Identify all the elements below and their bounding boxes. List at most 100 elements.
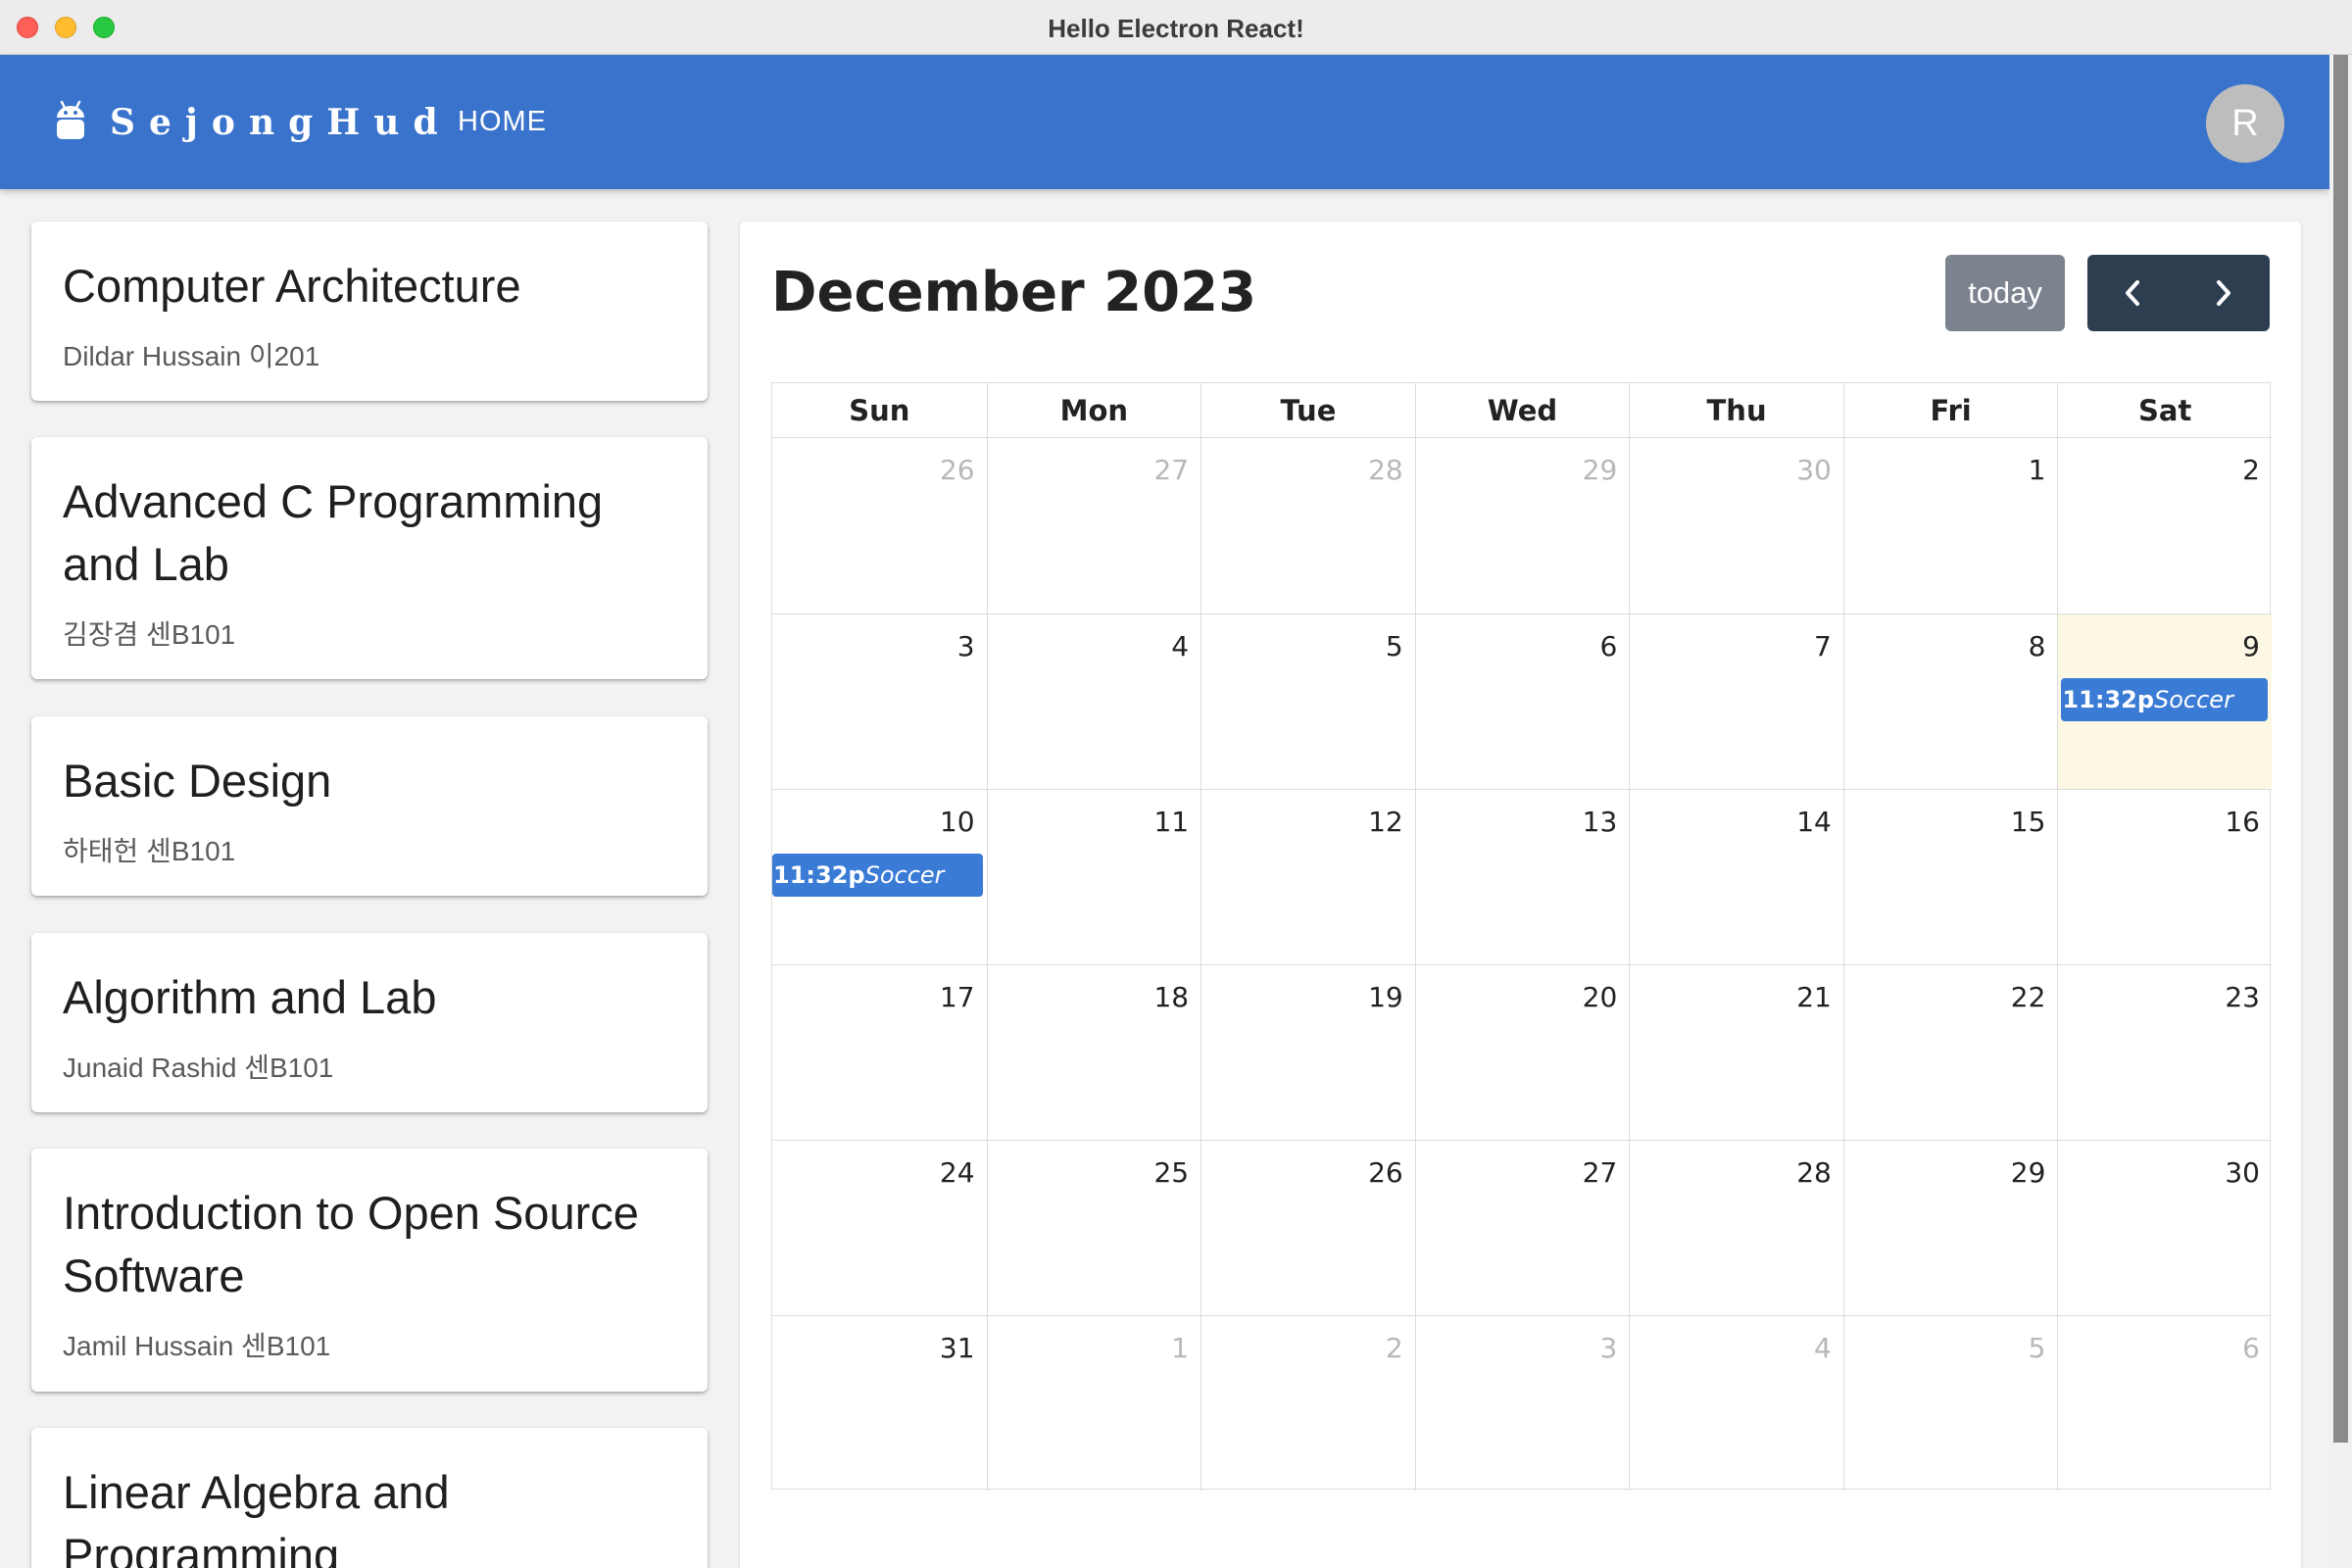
day-number[interactable]: 28	[1796, 1156, 1832, 1189]
calendar-event[interactable]: 11:32pSoccer	[772, 854, 983, 897]
day-number[interactable]: 2	[1386, 1332, 1403, 1364]
day-number[interactable]: 4	[1814, 1332, 1832, 1364]
day-number[interactable]: 31	[940, 1332, 975, 1364]
day-number[interactable]: 30	[1796, 454, 1832, 486]
day-number[interactable]: 20	[1583, 981, 1618, 1013]
day-number[interactable]: 26	[940, 454, 975, 486]
avatar[interactable]: R	[2206, 84, 2284, 163]
calendar-day-cell[interactable]: 5	[1842, 1315, 2058, 1491]
day-number[interactable]: 18	[1153, 981, 1189, 1013]
calendar-day-cell[interactable]: 5	[1200, 613, 1415, 789]
day-number[interactable]: 29	[2011, 1156, 2046, 1189]
calendar-day-cell[interactable]: 13	[1414, 789, 1630, 964]
prev-month-button[interactable]	[2087, 255, 2179, 331]
calendar-day-cell[interactable]: 20	[1414, 964, 1630, 1140]
day-number[interactable]: 2	[2242, 454, 2260, 486]
day-number[interactable]: 15	[2011, 806, 2046, 838]
nav-home-link[interactable]: HOME	[458, 106, 547, 138]
calendar-day-cell[interactable]: 6	[2057, 1315, 2272, 1491]
calendar-day-cell[interactable]: 28	[1629, 1140, 1843, 1315]
scrollbar-thumb[interactable]	[2333, 55, 2348, 1443]
calendar-day-cell[interactable]: 24	[772, 1140, 987, 1315]
course-card[interactable]: Introduction to Open Source Software Jam…	[31, 1149, 708, 1392]
day-number[interactable]: 1	[1171, 1332, 1189, 1364]
day-number[interactable]: 25	[1153, 1156, 1189, 1189]
calendar-day-cell[interactable]: 12	[1200, 789, 1415, 964]
calendar-day-cell[interactable]: 19	[1200, 964, 1415, 1140]
calendar-day-cell[interactable]: 17	[772, 964, 987, 1140]
calendar-day-cell[interactable]: 25	[986, 1140, 1201, 1315]
course-title: Introduction to Open Source Software	[63, 1187, 639, 1301]
calendar-grid: Sun Mon Tue Wed Thu Fri Sat 26 27 28 29 30 1 2 3 4 5 6 7 8…	[771, 382, 2272, 1491]
day-number[interactable]: 11	[1153, 806, 1189, 838]
day-number[interactable]: 3	[957, 630, 975, 662]
calendar-day-cell[interactable]: 27	[986, 438, 1201, 613]
day-number[interactable]: 3	[1599, 1332, 1617, 1364]
calendar-day-cell[interactable]: 3	[772, 613, 987, 789]
calendar-day-cell[interactable]: 4	[986, 613, 1201, 789]
day-number[interactable]: 4	[1171, 630, 1189, 662]
day-number[interactable]: 19	[1368, 981, 1403, 1013]
calendar-day-cell[interactable]: 21	[1629, 964, 1843, 1140]
day-number[interactable]: 28	[1368, 454, 1403, 486]
calendar-day-cell[interactable]: 30	[2057, 1140, 2272, 1315]
next-month-button[interactable]	[2179, 255, 2270, 331]
calendar-day-cell[interactable]: 28	[1200, 438, 1415, 613]
course-card[interactable]: Linear Algebra and Programming	[31, 1428, 708, 1568]
day-number[interactable]: 21	[1796, 981, 1832, 1013]
calendar-day-cell[interactable]: 18	[986, 964, 1201, 1140]
calendar-event[interactable]: 11:32pSoccer	[2061, 678, 2268, 721]
day-number[interactable]: 17	[940, 981, 975, 1013]
course-card[interactable]: Computer Architecture Dildar Hussain 이20…	[31, 221, 708, 401]
day-number[interactable]: 12	[1368, 806, 1403, 838]
day-number[interactable]: 23	[2225, 981, 2260, 1013]
course-card[interactable]: Basic Design 하태헌 센B101	[31, 716, 708, 896]
calendar-day-cell[interactable]: 3	[1414, 1315, 1630, 1491]
day-number[interactable]: 5	[2029, 1332, 2046, 1364]
day-number[interactable]: 8	[2029, 630, 2046, 662]
day-number[interactable]: 1	[2029, 454, 2046, 486]
day-number[interactable]: 13	[1583, 806, 1618, 838]
calendar-day-cell[interactable]: 23	[2057, 964, 2272, 1140]
calendar-day-cell[interactable]: 14	[1629, 789, 1843, 964]
calendar-day-cell[interactable]: 15	[1842, 789, 2058, 964]
course-card[interactable]: Advanced C Programming and Lab 김장겸 센B101	[31, 437, 708, 679]
calendar-day-cell[interactable]: 1	[986, 1315, 1201, 1491]
brand-name[interactable]: SejongHud	[110, 102, 452, 143]
course-card[interactable]: Algorithm and Lab Junaid Rashid 센B101	[31, 933, 708, 1112]
calendar-day-cell[interactable]: 6	[1414, 613, 1630, 789]
day-number[interactable]: 27	[1153, 454, 1189, 486]
calendar-day-cell[interactable]: 1	[1842, 438, 2058, 613]
day-of-week-header: Sun	[849, 394, 910, 427]
calendar-day-cell[interactable]: 2	[1200, 1315, 1415, 1491]
day-number[interactable]: 14	[1796, 806, 1832, 838]
calendar-day-cell[interactable]: 31	[772, 1315, 987, 1491]
calendar-day-cell[interactable]: 26	[1200, 1140, 1415, 1315]
day-number[interactable]: 5	[1386, 630, 1403, 662]
day-number[interactable]: 30	[2225, 1156, 2260, 1189]
calendar-day-cell[interactable]: 26	[772, 438, 987, 613]
calendar-day-cell[interactable]: 29	[1414, 438, 1630, 613]
calendar-day-cell[interactable]: 11	[986, 789, 1201, 964]
day-number[interactable]: 27	[1583, 1156, 1618, 1189]
day-number[interactable]: 16	[2225, 806, 2260, 838]
calendar-day-cell[interactable]: 27	[1414, 1140, 1630, 1315]
day-number[interactable]: 6	[1599, 630, 1617, 662]
calendar-day-cell[interactable]: 8	[1842, 613, 2058, 789]
day-number[interactable]: 7	[1814, 630, 1832, 662]
calendar-day-cell[interactable]: 2	[2057, 438, 2272, 613]
day-number[interactable]: 22	[2011, 981, 2046, 1013]
calendar-day-cell[interactable]: 4	[1629, 1315, 1843, 1491]
calendar-day-cell[interactable]: 22	[1842, 964, 2058, 1140]
day-number[interactable]: 9	[2242, 630, 2260, 662]
day-number[interactable]: 6	[2242, 1332, 2260, 1364]
today-button[interactable]: today	[1945, 255, 2065, 331]
day-number[interactable]: 29	[1583, 454, 1618, 486]
day-number[interactable]: 26	[1368, 1156, 1403, 1189]
day-number[interactable]: 10	[940, 806, 975, 838]
calendar-day-cell[interactable]: 30	[1629, 438, 1843, 613]
calendar-day-cell[interactable]: 7	[1629, 613, 1843, 789]
calendar-day-cell[interactable]: 16	[2057, 789, 2272, 964]
calendar-day-cell[interactable]: 29	[1842, 1140, 2058, 1315]
day-number[interactable]: 24	[940, 1156, 975, 1189]
